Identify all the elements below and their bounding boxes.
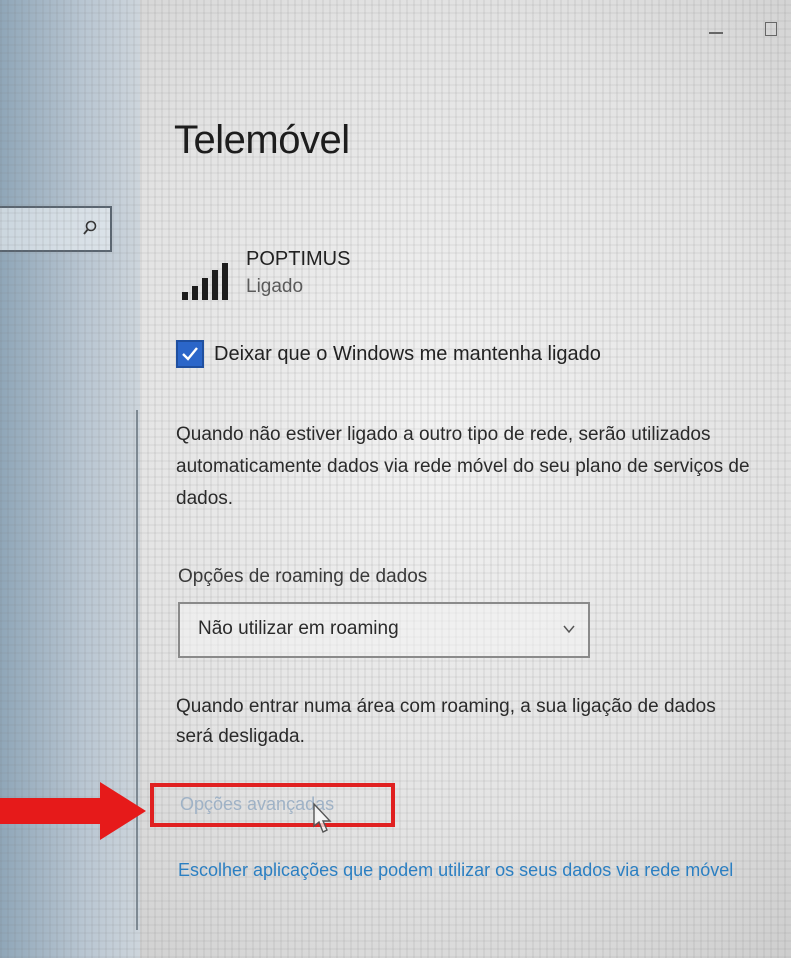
- description-line-3: dados.: [176, 488, 234, 509]
- auto-connect-checkbox[interactable]: [176, 340, 204, 368]
- page-title: Telemóvel: [174, 118, 350, 162]
- description-line-1: Quando não estiver ligado a outro tipo d…: [176, 424, 711, 445]
- mouse-pointer-icon: [313, 802, 332, 833]
- search-box[interactable]: [0, 206, 112, 252]
- checkmark-icon: [182, 347, 198, 361]
- window-controls: [709, 22, 777, 36]
- maximize-button[interactable]: [765, 22, 777, 36]
- sidebar-divider: [136, 410, 138, 930]
- network-name: POPTIMUS: [246, 248, 351, 270]
- auto-connect-label: Deixar que o Windows me mantenha ligado: [214, 342, 601, 365]
- minimize-button[interactable]: [709, 32, 723, 34]
- roaming-dropdown[interactable]: Não utilizar em roaming: [178, 602, 590, 658]
- roaming-label: Opções de roaming de dados: [178, 566, 428, 587]
- annotation-highlight-box: [150, 783, 395, 827]
- search-icon: [83, 220, 97, 235]
- choose-apps-link[interactable]: Escolher aplicações que podem utilizar o…: [178, 860, 733, 881]
- network-status: Ligado: [246, 276, 304, 297]
- roaming-note-line-1: Quando entrar numa área com roaming, a s…: [176, 696, 716, 717]
- signal-bars-icon: [182, 263, 228, 300]
- chevron-down-icon: [563, 625, 575, 634]
- roaming-selected-value: Não utilizar em roaming: [198, 618, 399, 639]
- roaming-note-line-2: será desligada.: [176, 726, 305, 747]
- annotation-arrow-icon: [0, 782, 146, 840]
- auto-connect-option[interactable]: Deixar que o Windows me mantenha ligado: [176, 340, 601, 368]
- settings-window: Telemóvel POPTIMUS Ligado Deixar que o W…: [0, 0, 791, 958]
- network-item[interactable]: POPTIMUS Ligado: [180, 246, 480, 306]
- description-line-2: automaticamente dados via rede móvel do …: [176, 456, 750, 477]
